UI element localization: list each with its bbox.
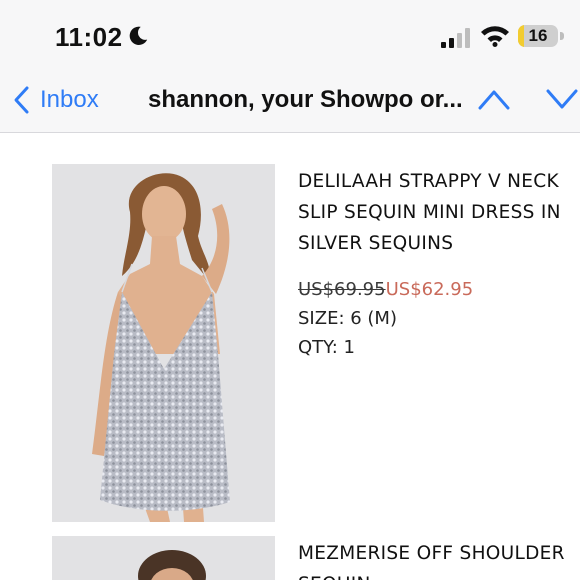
product-title[interactable]: DELILAAH STRAPPY V NECK SLIP SEQUIN MINI… bbox=[298, 166, 568, 259]
product-title[interactable]: MEZMERISE OFF SHOULDER SEQUIN bbox=[298, 538, 568, 580]
product-size: SIZE: 6 (M) bbox=[298, 308, 397, 329]
chevron-left-icon bbox=[14, 86, 29, 114]
price-line: US$69.95US$62.95 bbox=[298, 279, 568, 300]
signal-icon bbox=[441, 28, 470, 48]
product-image[interactable] bbox=[52, 164, 275, 522]
battery-icon: 16 bbox=[518, 25, 564, 47]
product-quantity: QTY: 1 bbox=[298, 337, 356, 358]
email-body: DELILAAH STRAPPY V NECK SLIP SEQUIN MINI… bbox=[0, 133, 580, 580]
battery-level: 16 bbox=[528, 26, 548, 45]
chevron-up-icon[interactable] bbox=[478, 86, 510, 112]
back-label: Inbox bbox=[40, 86, 99, 113]
product-photo bbox=[52, 536, 275, 580]
product-info: MEZMERISE OFF SHOULDER SEQUIN bbox=[298, 538, 568, 580]
dress-photo bbox=[52, 164, 275, 522]
chevron-down-icon[interactable] bbox=[546, 86, 578, 112]
sale-price: US$62.95 bbox=[385, 279, 474, 300]
status-time: 11:02 bbox=[55, 22, 123, 52]
original-price: US$69.95 bbox=[298, 279, 386, 300]
status-bar: 11:02 16 bbox=[0, 0, 580, 70]
email-subject: shannon, your Showpo or... bbox=[148, 86, 463, 113]
back-button[interactable]: Inbox bbox=[12, 82, 99, 118]
product-info: DELILAAH STRAPPY V NECK SLIP SEQUIN MINI… bbox=[298, 166, 568, 358]
mail-nav-bar: Inbox shannon, your Showpo or... bbox=[0, 70, 580, 133]
moon-icon bbox=[129, 26, 148, 45]
product-image[interactable] bbox=[52, 536, 275, 580]
wifi-icon bbox=[481, 26, 509, 47]
